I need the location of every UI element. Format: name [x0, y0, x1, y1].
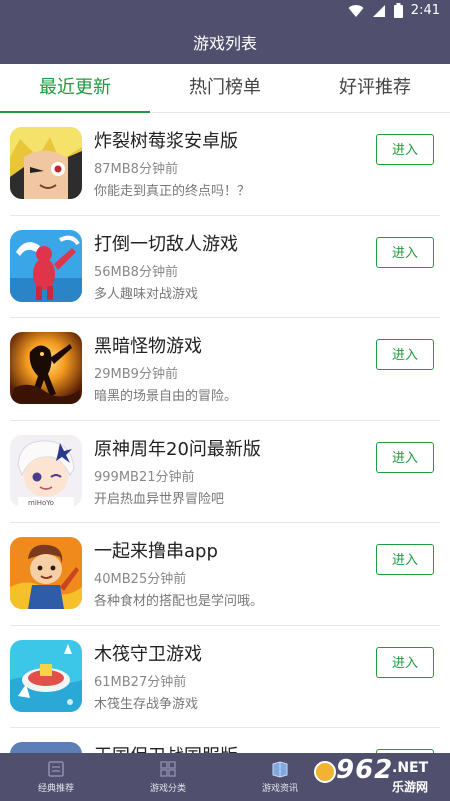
- app-meta: 56MB8分钟前: [94, 264, 178, 280]
- signal-icon: [372, 4, 385, 17]
- enter-button[interactable]: 进入: [376, 134, 434, 165]
- list-item[interactable]: 木筏守卫游戏 61MB27分钟前 木筏生存战争游戏 进入: [10, 626, 440, 728]
- news-icon: [272, 761, 288, 778]
- app-name: 炸裂树莓浆安卓版: [94, 131, 238, 152]
- raft-icon[interactable]: [10, 639, 82, 712]
- app-description: 多人趣味对战游戏: [94, 286, 199, 302]
- genshin-paimon-icon[interactable]: miHoYo: [10, 434, 82, 507]
- anime-hero-icon[interactable]: [10, 127, 82, 199]
- app-meta: 29MB9分钟前: [94, 367, 178, 382]
- nav-game-categories[interactable]: 游戏分类: [112, 753, 224, 801]
- app-name: 黑暗怪物游戏: [94, 336, 202, 357]
- logo-badge-icon: [314, 761, 336, 783]
- dark-monster-icon[interactable]: [10, 332, 82, 404]
- list-icon: [48, 761, 64, 777]
- cartoon-boy-icon[interactable]: [10, 537, 82, 609]
- app-description: 木筏生存战争游戏: [94, 696, 199, 712]
- app-name: 原神周年20问最新版: [94, 438, 261, 460]
- clock-time: 2:41: [410, 3, 440, 18]
- battery-icon: [393, 3, 403, 18]
- ragdoll-fighter-icon[interactable]: [10, 229, 82, 302]
- nav-label: 经典推荐: [37, 784, 74, 794]
- kingdom-icon[interactable]: [10, 742, 82, 753]
- app-list: 炸裂树莓浆安卓版 87MB8分钟前 你能走到真正的终点吗！？ 进入 打倒一切敌人…: [0, 113, 450, 753]
- enter-button[interactable]: 进入: [376, 646, 434, 678]
- list-item[interactable]: 黑暗怪物游戏 29MB9分钟前 暗黑的场景自由的冒险。 进入: [10, 318, 440, 421]
- list-item[interactable]: 炸裂树莓浆安卓版 87MB8分钟前 你能走到真正的终点吗！？ 进入: [10, 113, 440, 216]
- grid-icon: [160, 761, 176, 777]
- page-title: 游戏列表: [192, 34, 257, 53]
- app-name: 一起来撸串app: [94, 541, 218, 562]
- title-bar: 游戏列表: [0, 24, 450, 64]
- app-meta: 61MB27分钟前: [94, 674, 187, 690]
- status-icons: 2:41: [348, 3, 440, 18]
- tab-recent-updates[interactable]: 最近更新: [0, 64, 150, 113]
- app-name: 打倒一切敌人游戏: [94, 233, 238, 255]
- enter-button[interactable]: 进入: [376, 236, 434, 268]
- watermark-subtitle: 乐游网: [392, 780, 429, 794]
- list-item[interactable]: 一起来撸串app 40MB25分钟前 各种食材的搭配也是学问哦。 进入: [10, 523, 440, 626]
- svg-text:miHoYo: miHoYo: [28, 499, 54, 507]
- watermark-number: 962: [336, 755, 394, 785]
- nav-label: 游戏分类: [149, 784, 186, 794]
- enter-button[interactable]: 进入: [376, 441, 434, 473]
- enter-button[interactable]: 进入: [376, 544, 434, 575]
- wifi-icon: [348, 4, 364, 17]
- nav-classic-recommend[interactable]: 经典推荐: [0, 753, 112, 801]
- app-meta: 40MB25分钟前: [94, 572, 187, 587]
- app-name: 木筏守卫游戏: [94, 643, 202, 665]
- watermark-domain: .NET: [392, 760, 429, 776]
- app-description: 你能走到真正的终点吗！？: [94, 184, 251, 199]
- tab-recommended[interactable]: 好评推荐: [300, 64, 450, 112]
- list-item[interactable]: 打倒一切敌人游戏 56MB8分钟前 多人趣味对战游戏 进入: [10, 216, 440, 318]
- app-name: 王国保卫战国服版: [94, 742, 238, 753]
- app-description: 暗黑的场景自由的冒险。: [94, 389, 238, 404]
- list-item[interactable]: miHoYo 原神周年20问最新版 999MB21分钟前 开启热血异世界冒险吧 …: [10, 421, 440, 523]
- tab-bar: 最近更新 热门榜单 好评推荐: [0, 64, 450, 113]
- site-watermark-logo: 962 .NET 乐游网: [308, 753, 446, 801]
- app-meta: 999MB21分钟前: [94, 469, 195, 485]
- app-description: 开启热血异世界冒险吧: [94, 491, 225, 507]
- status-bar: 2:41: [0, 0, 450, 24]
- app-meta: 87MB8分钟前: [94, 162, 178, 177]
- enter-button[interactable]: 进入: [376, 339, 434, 370]
- tab-hot-rankings[interactable]: 热门榜单: [150, 64, 300, 112]
- list-item[interactable]: 王国保卫战国服版 进入: [10, 728, 440, 753]
- app-description: 各种食材的搭配也是学问哦。: [94, 594, 264, 609]
